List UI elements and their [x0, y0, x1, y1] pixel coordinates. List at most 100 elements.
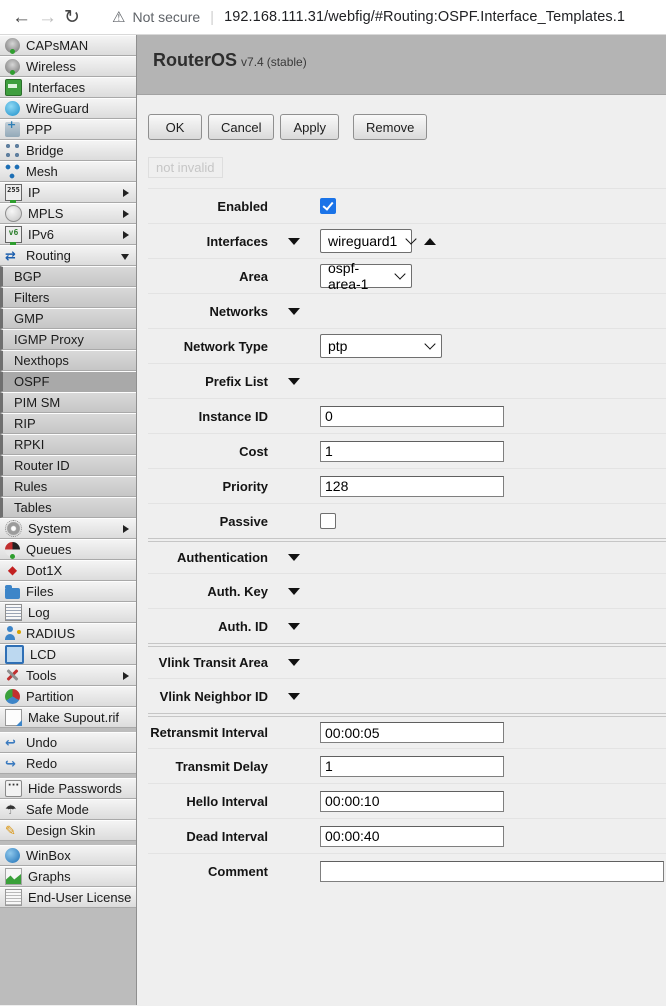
- expand-toggle-icon[interactable]: [288, 307, 300, 315]
- hello-interval-input[interactable]: [320, 790, 504, 812]
- sidebar-item-gmp[interactable]: GMP: [0, 308, 136, 329]
- sidebar-item-label: Wireless: [26, 59, 76, 74]
- sidebar-item-capsman[interactable]: CAPsMAN: [0, 35, 136, 56]
- sidebar-item-end-user-license[interactable]: End-User License: [0, 887, 136, 908]
- reload-icon[interactable]: ↻: [64, 8, 90, 27]
- sidebar-item-rpki[interactable]: RPKI: [0, 434, 136, 455]
- sidebar-item-log[interactable]: Log: [0, 602, 136, 623]
- sidebar-menu: CAPsMAN Wireless Interfaces WireGuard PPP Bri…: [0, 35, 137, 1005]
- routeros-header: RouterOS v7.4 (stable): [137, 35, 666, 95]
- expand-toggle-icon[interactable]: [288, 692, 300, 700]
- sidebar-item-bridge[interactable]: Bridge: [0, 140, 136, 161]
- retransmit-interval-input[interactable]: [320, 722, 504, 743]
- remove-button[interactable]: Remove: [353, 114, 428, 140]
- action-button-row: OK Cancel Apply Remove: [148, 114, 666, 140]
- network-type-select[interactable]: ptp: [320, 334, 442, 358]
- sidebar-item-pim-sm[interactable]: PIM SM: [0, 392, 136, 413]
- sidebar-item-label: Files: [26, 584, 54, 599]
- sidebar-item-system[interactable]: System: [0, 518, 136, 539]
- interfaces-select[interactable]: wireguard1: [320, 229, 417, 253]
- sidebar-item-radius[interactable]: RADIUS: [0, 623, 136, 644]
- expand-toggle-icon[interactable]: [288, 377, 300, 385]
- control-cell: ptp: [320, 334, 666, 358]
- sidebar-item-igmp-proxy[interactable]: IGMP Proxy: [0, 329, 136, 350]
- sidebar-item-wireguard[interactable]: WireGuard: [0, 98, 136, 119]
- form-row-enabled: Enabled: [148, 188, 666, 223]
- field-label-dead-interval: Dead Interval: [186, 828, 268, 844]
- sidebar-item-tools[interactable]: Tools: [0, 665, 136, 686]
- ipv6-icon: [5, 226, 22, 245]
- enabled-checkbox[interactable]: [320, 198, 336, 214]
- sidebar-item-rules[interactable]: Rules: [0, 476, 136, 497]
- mesh-icon: [5, 164, 20, 179]
- sidebar-item-filters[interactable]: Filters: [0, 287, 136, 308]
- supout-icon: [5, 709, 22, 726]
- form-row-auth-id: Auth. ID: [148, 608, 666, 643]
- field-label-enabled: Enabled: [217, 198, 268, 214]
- security-label[interactable]: Not secure: [132, 9, 200, 25]
- sidebar-item-mesh[interactable]: Mesh: [0, 161, 136, 182]
- submenu-arrow-icon: [123, 671, 129, 680]
- expand-toggle-icon[interactable]: [288, 622, 300, 630]
- safemode-icon: [5, 802, 20, 817]
- sidebar-item-undo[interactable]: Undo: [0, 732, 136, 753]
- sidebar-item-partition[interactable]: Partition: [0, 686, 136, 707]
- field-label-auth-id: Auth. ID: [218, 618, 268, 634]
- sidebar-item-ppp[interactable]: PPP: [0, 119, 136, 140]
- sidebar-item-hide-passwords[interactable]: Hide Passwords: [0, 778, 136, 799]
- sidebar-item-make-supout-rif[interactable]: Make Supout.rif: [0, 707, 136, 728]
- warning-triangle-icon[interactable]: ⚠: [112, 8, 125, 26]
- sidebar-item-routing[interactable]: Routing: [0, 245, 136, 266]
- expand-toggle-icon[interactable]: [288, 587, 300, 595]
- submenu-arrow-icon: [123, 524, 129, 533]
- sidebar-item-safe-mode[interactable]: Safe Mode: [0, 799, 136, 820]
- sidebar-item-interfaces[interactable]: Interfaces: [0, 77, 136, 98]
- sidebar-item-winbox[interactable]: WinBox: [0, 845, 136, 866]
- forward-arrow-icon[interactable]: →: [38, 8, 64, 27]
- passive-checkbox[interactable]: [320, 513, 336, 529]
- area-select[interactable]: ospf-area-1: [320, 260, 412, 292]
- cost-input[interactable]: [320, 440, 504, 462]
- control-cell: [320, 198, 666, 214]
- up-arrow-toggle-icon[interactable]: [424, 237, 436, 245]
- sidebar-item-bgp[interactable]: BGP: [0, 266, 136, 287]
- sidebar-item-rip[interactable]: RIP: [0, 413, 136, 434]
- sidebar-item-router-id[interactable]: Router ID: [0, 455, 136, 476]
- sidebar-item-redo[interactable]: Redo: [0, 753, 136, 774]
- sidebar-item-wireless[interactable]: Wireless: [0, 56, 136, 77]
- transmit-delay-input[interactable]: [320, 755, 504, 777]
- sidebar-item-graphs[interactable]: Graphs: [0, 866, 136, 887]
- sidebar-item-files[interactable]: Files: [0, 581, 136, 602]
- back-arrow-icon[interactable]: ←: [12, 8, 38, 27]
- sidebar-item-label: Partition: [26, 689, 74, 704]
- sidebar-item-tables[interactable]: Tables: [0, 497, 136, 518]
- sidebar-item-dot1x[interactable]: Dot1X: [0, 560, 136, 581]
- sidebar-item-queues[interactable]: Queues: [0, 539, 136, 560]
- field-label-network-type: Network Type: [183, 338, 268, 354]
- sidebar-item-nexthops[interactable]: Nexthops: [0, 350, 136, 371]
- apply-button[interactable]: Apply: [280, 114, 339, 140]
- expand-toggle-icon[interactable]: [288, 659, 300, 666]
- expand-toggle-icon[interactable]: [288, 554, 300, 561]
- sidebar-item-design-skin[interactable]: Design Skin: [0, 820, 136, 841]
- sidebar-item-ipv6[interactable]: IPv6: [0, 224, 136, 245]
- comment-input[interactable]: [320, 860, 664, 882]
- bridge-icon: [5, 143, 20, 158]
- cancel-button[interactable]: Cancel: [208, 114, 275, 140]
- form-content: OK Cancel Apply Remove not invalid Enabled I…: [137, 114, 666, 888]
- ok-button[interactable]: OK: [148, 114, 202, 140]
- form-row-area: Area ospf-area-1: [148, 258, 666, 293]
- toggle-cell: [268, 554, 320, 561]
- form-row-priority: Priority: [148, 468, 666, 503]
- sidebar-item-ip[interactable]: IP: [0, 182, 136, 203]
- sidebar-item-lcd[interactable]: LCD: [0, 644, 136, 665]
- sidebar-item-ospf[interactable]: OSPF: [0, 371, 136, 392]
- sidebar-item-label: Hide Passwords: [28, 781, 122, 796]
- expand-toggle-icon[interactable]: [288, 237, 300, 245]
- priority-input[interactable]: [320, 475, 504, 497]
- url-text[interactable]: 192.168.111.31/webfig/#Routing:OSPF.Inte…: [224, 9, 625, 25]
- instance-id-input[interactable]: [320, 405, 504, 427]
- dead-interval-input[interactable]: [320, 825, 504, 847]
- form-row-network-type: Network Type ptp: [148, 328, 666, 363]
- sidebar-item-mpls[interactable]: MPLS: [0, 203, 136, 224]
